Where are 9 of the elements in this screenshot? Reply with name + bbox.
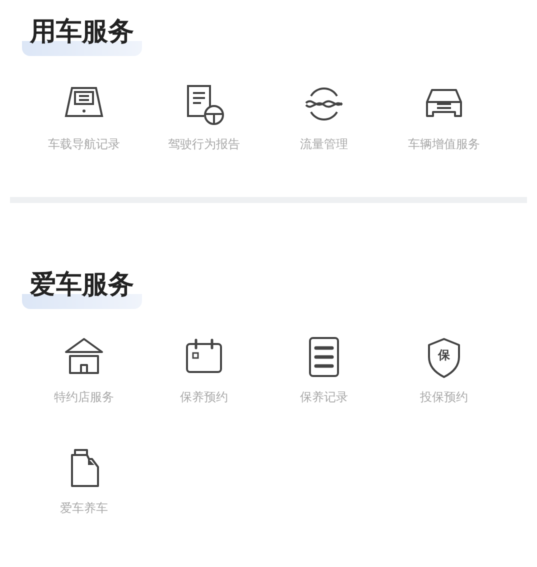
- service-label[interactable]: 流量管理: [300, 136, 348, 153]
- service-label[interactable]: 特约店服务: [54, 389, 114, 406]
- service-label[interactable]: 保养记录: [300, 389, 348, 406]
- service-label[interactable]: 驾驶行为报告: [168, 136, 240, 153]
- service-label[interactable]: 车辆增值服务: [408, 136, 480, 153]
- service-label[interactable]: 车载导航记录: [48, 136, 120, 153]
- service-label[interactable]: 保养预约: [180, 389, 228, 406]
- service-label[interactable]: 投保预约: [420, 389, 468, 406]
- service-label[interactable]: 爱车养车: [60, 500, 108, 517]
